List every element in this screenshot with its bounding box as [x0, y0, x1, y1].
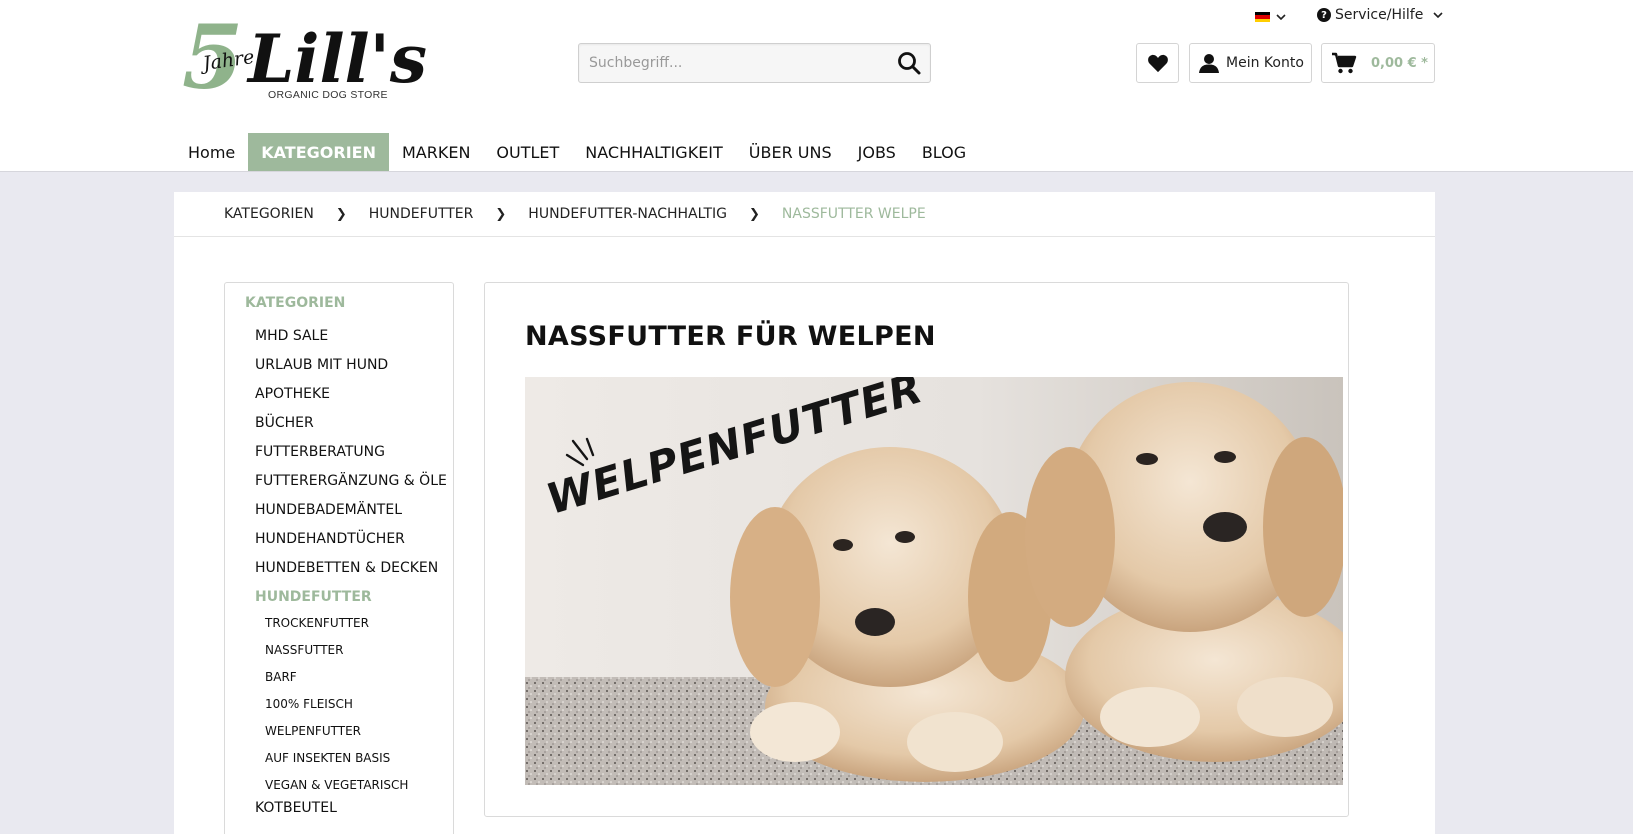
sidebar-item-hundebademaentel[interactable]: HUNDEBADEMÄNTEL: [255, 500, 447, 529]
user-icon: [1199, 54, 1219, 73]
page-title: NASSFUTTER FÜR WELPEN: [525, 321, 936, 352]
nav-item-marken[interactable]: MARKEN: [389, 133, 483, 171]
help-icon: ?: [1317, 8, 1331, 22]
main-navigation: Home KATEGORIEN MARKEN OUTLET NACHHALTIG…: [175, 133, 979, 171]
sidebar-item-apotheke[interactable]: APOTHEKE: [255, 384, 447, 413]
account-label: Mein Konto: [1226, 55, 1304, 71]
sidebar-subitem-welpenfutter[interactable]: WELPENFUTTER: [265, 722, 447, 749]
nav-item-blog[interactable]: BLOG: [909, 133, 979, 171]
search-button[interactable]: [896, 50, 924, 76]
sidebar-item-futterberatung[interactable]: FUTTERBERATUNG: [255, 442, 447, 471]
sidebar-subitem-fleisch[interactable]: 100% FLEISCH: [265, 695, 447, 722]
sidebar-subcategory-group: TROCKENFUTTER NASSFUTTER BARF 100% FLEIS…: [255, 614, 447, 803]
sidebar-subitem-nassfutter[interactable]: NASSFUTTER: [265, 641, 447, 668]
search-input[interactable]: [579, 44, 879, 82]
nav-item-ueber-uns[interactable]: ÜBER UNS: [736, 133, 845, 171]
cart-amount: 0,00 € *: [1371, 55, 1428, 71]
breadcrumb-item-current[interactable]: NASSFUTTER WELPE: [782, 206, 926, 222]
sidebar-item-mhd-sale[interactable]: MHD SALE: [255, 326, 447, 355]
nav-item-jobs[interactable]: JOBS: [845, 133, 909, 171]
sidebar-item-hundehandtuecher[interactable]: HUNDEHANDTÜCHER: [255, 529, 447, 558]
puppies-photo: [525, 377, 1343, 785]
logo-brand: Lill's: [246, 20, 427, 98]
category-banner-image: WELPENFUTTER: [525, 377, 1343, 785]
sidebar-subitem-trockenfutter[interactable]: TROCKENFUTTER: [265, 614, 447, 641]
nav-item-kategorien[interactable]: KATEGORIEN: [248, 133, 389, 171]
site-header: 5 Jahre Lill's ORGANIC DOG STORE ? Servi…: [0, 0, 1633, 172]
logo-subtitle: ORGANIC DOG STORE: [268, 89, 388, 101]
search-icon: [898, 52, 921, 75]
subcategory-list: TROCKENFUTTER NASSFUTTER BARF 100% FLEIS…: [265, 614, 447, 803]
sidebar-subitem-barf[interactable]: BARF: [265, 668, 447, 695]
service-help-menu[interactable]: ? Service/Hilfe: [1317, 5, 1443, 25]
breadcrumb-item-hundefutter[interactable]: HUNDEFUTTER: [369, 206, 474, 222]
chevron-down-icon: [1276, 14, 1286, 20]
nav-item-home[interactable]: Home: [175, 133, 248, 171]
breadcrumb: KATEGORIEN ❯ HUNDEFUTTER ❯ HUNDEFUTTER-N…: [174, 192, 1435, 237]
breadcrumb-item-kategorien[interactable]: KATEGORIEN: [224, 206, 314, 222]
language-switcher[interactable]: [1255, 8, 1291, 26]
search-box: [578, 43, 931, 83]
store-logo[interactable]: 5 Jahre Lill's ORGANIC DOG STORE: [182, 5, 432, 109]
sidebar-item-futterergaenzung[interactable]: FUTTERERGÄNZUNG & ÖLE: [255, 471, 447, 500]
sidebar-item-kotbeutel[interactable]: KOTBEUTEL: [255, 800, 337, 816]
cart-icon: [1332, 52, 1357, 74]
nav-item-nachhaltigkeit[interactable]: NACHHALTIGKEIT: [572, 133, 736, 171]
category-panel: NASSFUTTER FÜR WELPEN WELPENFUTTER: [484, 282, 1349, 817]
account-button[interactable]: Mein Konto: [1189, 43, 1312, 83]
heart-icon: [1147, 54, 1168, 73]
sidebar-item-buecher[interactable]: BÜCHER: [255, 413, 447, 442]
sidebar-item-hundefutter[interactable]: HUNDEFUTTER: [255, 587, 447, 614]
cart-button[interactable]: 0,00 € *: [1321, 43, 1435, 83]
sidebar-title: KATEGORIEN: [245, 295, 346, 311]
sidebar-item-urlaub-mit-hund[interactable]: URLAUB MIT HUND: [255, 355, 447, 384]
service-help-label: Service/Hilfe: [1335, 7, 1424, 23]
sidebar-subitem-insekten[interactable]: AUF INSEKTEN BASIS: [265, 749, 447, 776]
sidebar-item-hundebetten[interactable]: HUNDEBETTEN & DECKEN: [255, 558, 447, 587]
chevron-right-icon: ❯: [335, 206, 347, 222]
chevron-right-icon: ❯: [749, 206, 760, 222]
chevron-right-icon: ❯: [495, 206, 507, 222]
category-sidebar: KATEGORIEN MHD SALE URLAUB MIT HUND APOT…: [224, 282, 454, 834]
category-list: MHD SALE URLAUB MIT HUND APOTHEKE BÜCHER…: [255, 326, 447, 803]
content-area: KATEGORIEN ❯ HUNDEFUTTER ❯ HUNDEFUTTER-N…: [174, 192, 1435, 834]
nav-item-outlet[interactable]: OUTLET: [483, 133, 572, 171]
chevron-down-icon: [1433, 12, 1443, 18]
wishlist-button[interactable]: [1136, 43, 1179, 83]
german-flag-icon: [1255, 12, 1270, 22]
breadcrumb-item-hundefutter-nachhaltig[interactable]: HUNDEFUTTER-NACHHALTIG: [528, 206, 727, 222]
sidebar-subitem-vegan[interactable]: VEGAN & VEGETARISCH: [265, 776, 447, 803]
